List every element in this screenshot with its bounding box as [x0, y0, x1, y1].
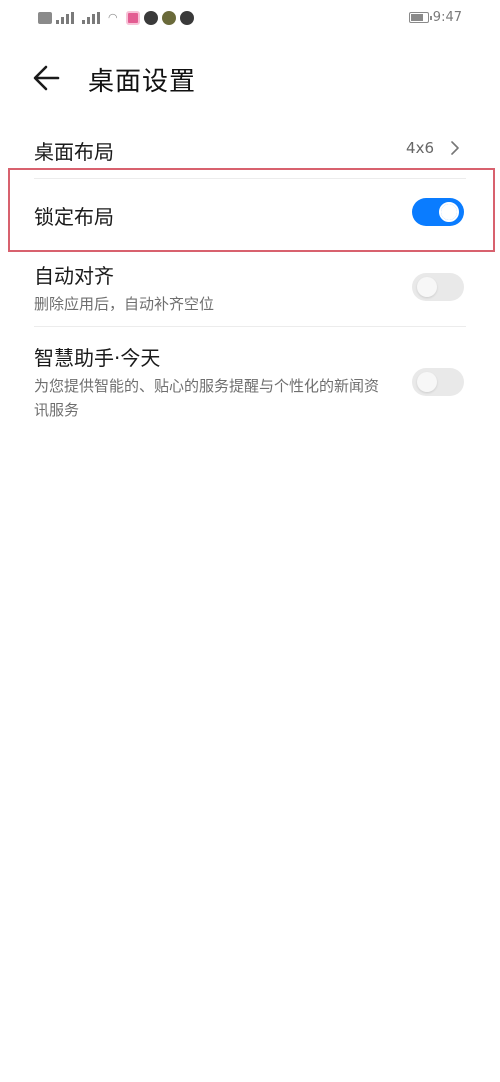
toggle-knob	[417, 372, 437, 392]
highlight-box	[8, 168, 495, 252]
status-right: 9:47	[408, 10, 462, 25]
signal-icon	[82, 12, 104, 24]
signal-icon	[56, 12, 78, 24]
status-bar: ◠ 9:47	[0, 0, 500, 36]
status-time: 9:47	[432, 10, 462, 25]
setting-title: 自动对齐	[34, 264, 114, 288]
arrow-left-icon	[33, 65, 60, 91]
setting-title: 智慧助手·今天	[34, 346, 161, 370]
app-header: 桌面设置	[0, 50, 500, 104]
setting-value: 4x6	[406, 139, 434, 157]
toggle-knob	[417, 277, 437, 297]
smart-assistant-toggle[interactable]	[412, 368, 464, 396]
battery-icon	[408, 12, 432, 23]
setting-subtitle: 删除应用后，自动补齐空位	[34, 295, 215, 313]
app-notification-icon	[162, 11, 176, 25]
setting-row-smart-assistant[interactable]: 智慧助手·今天 为您提供智能的、贴心的服务提醒与个性化的新闻资讯服务	[0, 334, 500, 430]
auto-align-toggle[interactable]	[412, 273, 464, 301]
sim-icon	[38, 12, 52, 24]
app-notification-icon	[144, 11, 158, 25]
chevron-right-icon	[451, 141, 459, 155]
app-notification-icon	[180, 11, 194, 25]
divider	[34, 326, 466, 327]
back-button[interactable]	[28, 58, 68, 98]
setting-title: 桌面布局	[34, 140, 114, 164]
wifi-icon: ◠	[108, 11, 118, 24]
setting-row-auto-align[interactable]: 自动对齐 删除应用后，自动补齐空位	[0, 254, 500, 328]
setting-subtitle: 为您提供智能的、贴心的服务提醒与个性化的新闻资讯服务	[34, 377, 380, 419]
status-icons: ◠	[38, 11, 194, 25]
setting-row-layout[interactable]: 桌面布局 4x6	[0, 124, 500, 172]
app-notification-icon	[126, 11, 140, 25]
page-title: 桌面设置	[88, 67, 197, 97]
